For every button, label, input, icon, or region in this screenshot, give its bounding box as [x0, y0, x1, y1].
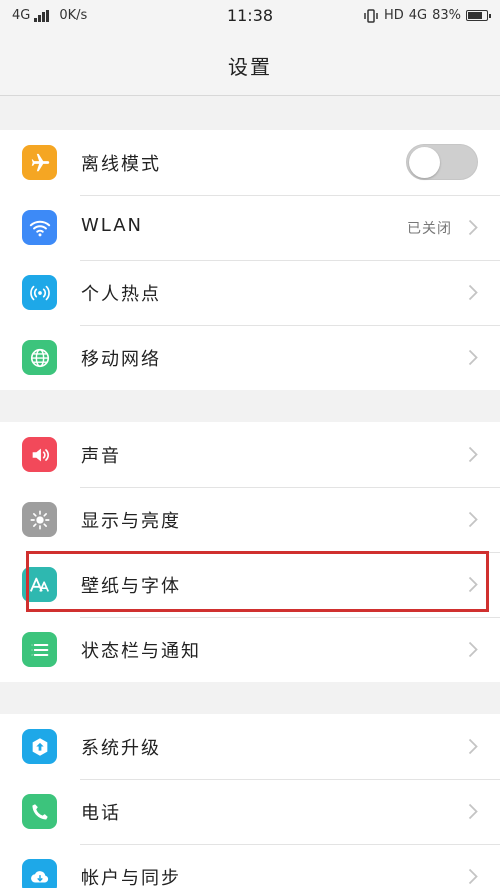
setting-phone[interactable]: 电话	[0, 779, 500, 844]
font-icon	[22, 567, 57, 602]
status-bar: 4G 0K/s 11:38 HD 4G 83%	[0, 0, 500, 34]
chevron-right-icon	[468, 641, 478, 658]
hd-indicator: HD	[383, 8, 404, 23]
battery-percent: 83%	[432, 8, 461, 23]
setting-label: 壁纸与字体	[81, 576, 181, 597]
setting-label: 状态栏与通知	[81, 641, 201, 662]
chevron-right-icon	[468, 446, 478, 463]
setting-accounts-sync[interactable]: 帐户与同步	[0, 844, 500, 888]
chevron-right-icon	[468, 738, 478, 755]
setting-sound[interactable]: 声音	[0, 422, 500, 487]
wlan-status: 已关闭	[407, 221, 452, 237]
upgrade-icon	[22, 729, 57, 764]
chevron-right-icon	[468, 349, 478, 366]
brightness-icon	[22, 502, 57, 537]
battery-icon	[466, 10, 491, 21]
setting-airplane-mode[interactable]: 离线模式	[0, 130, 500, 195]
vibrate-icon	[364, 8, 378, 23]
setting-label: 系统升级	[81, 738, 161, 759]
toggle-knob	[409, 147, 440, 178]
setting-system-upgrade[interactable]: 系统升级	[0, 714, 500, 779]
setting-status-bar-notifications[interactable]: 状态栏与通知	[0, 617, 500, 682]
settings-group-network: 离线模式 WLAN 已关闭 个人热点 移动网络	[0, 130, 500, 390]
chevron-right-icon	[468, 219, 478, 236]
chevron-right-icon	[468, 576, 478, 593]
setting-label: WLAN	[81, 215, 144, 236]
status-right: HD 4G 83%	[363, 8, 491, 23]
list-icon	[22, 632, 57, 667]
network-type-right: 4G	[408, 8, 428, 23]
setting-mobile-network[interactable]: 移动网络	[0, 325, 500, 390]
hotspot-icon	[22, 275, 57, 310]
chevron-right-icon	[468, 803, 478, 820]
setting-label: 电话	[81, 803, 121, 824]
nav-header: 设置	[0, 34, 500, 96]
chevron-right-icon	[468, 511, 478, 528]
airplane-icon	[22, 145, 57, 180]
page-title: 设置	[228, 55, 272, 79]
setting-label: 帐户与同步	[81, 868, 181, 888]
setting-label: 声音	[81, 446, 121, 467]
setting-wlan[interactable]: WLAN 已关闭	[0, 195, 500, 260]
setting-label: 移动网络	[81, 349, 161, 370]
settings-group-system: 系统升级 电话 帐户与同步	[0, 714, 500, 888]
setting-label: 离线模式	[81, 154, 161, 175]
phone-icon	[22, 794, 57, 829]
globe-icon	[22, 340, 57, 375]
speaker-icon	[22, 437, 57, 472]
wifi-icon	[22, 210, 57, 245]
setting-label: 个人热点	[81, 284, 161, 305]
cloud-sync-icon	[22, 859, 57, 888]
chevron-right-icon	[468, 284, 478, 301]
settings-group-display: 声音 显示与亮度 壁纸与字体 状态栏与通知	[0, 422, 500, 682]
setting-label: 显示与亮度	[81, 511, 181, 532]
setting-display-brightness[interactable]: 显示与亮度	[0, 487, 500, 552]
airplane-mode-toggle[interactable]	[406, 144, 478, 180]
chevron-right-icon	[468, 868, 478, 885]
setting-wallpaper-font[interactable]: 壁纸与字体	[0, 552, 500, 617]
setting-personal-hotspot[interactable]: 个人热点	[0, 260, 500, 325]
